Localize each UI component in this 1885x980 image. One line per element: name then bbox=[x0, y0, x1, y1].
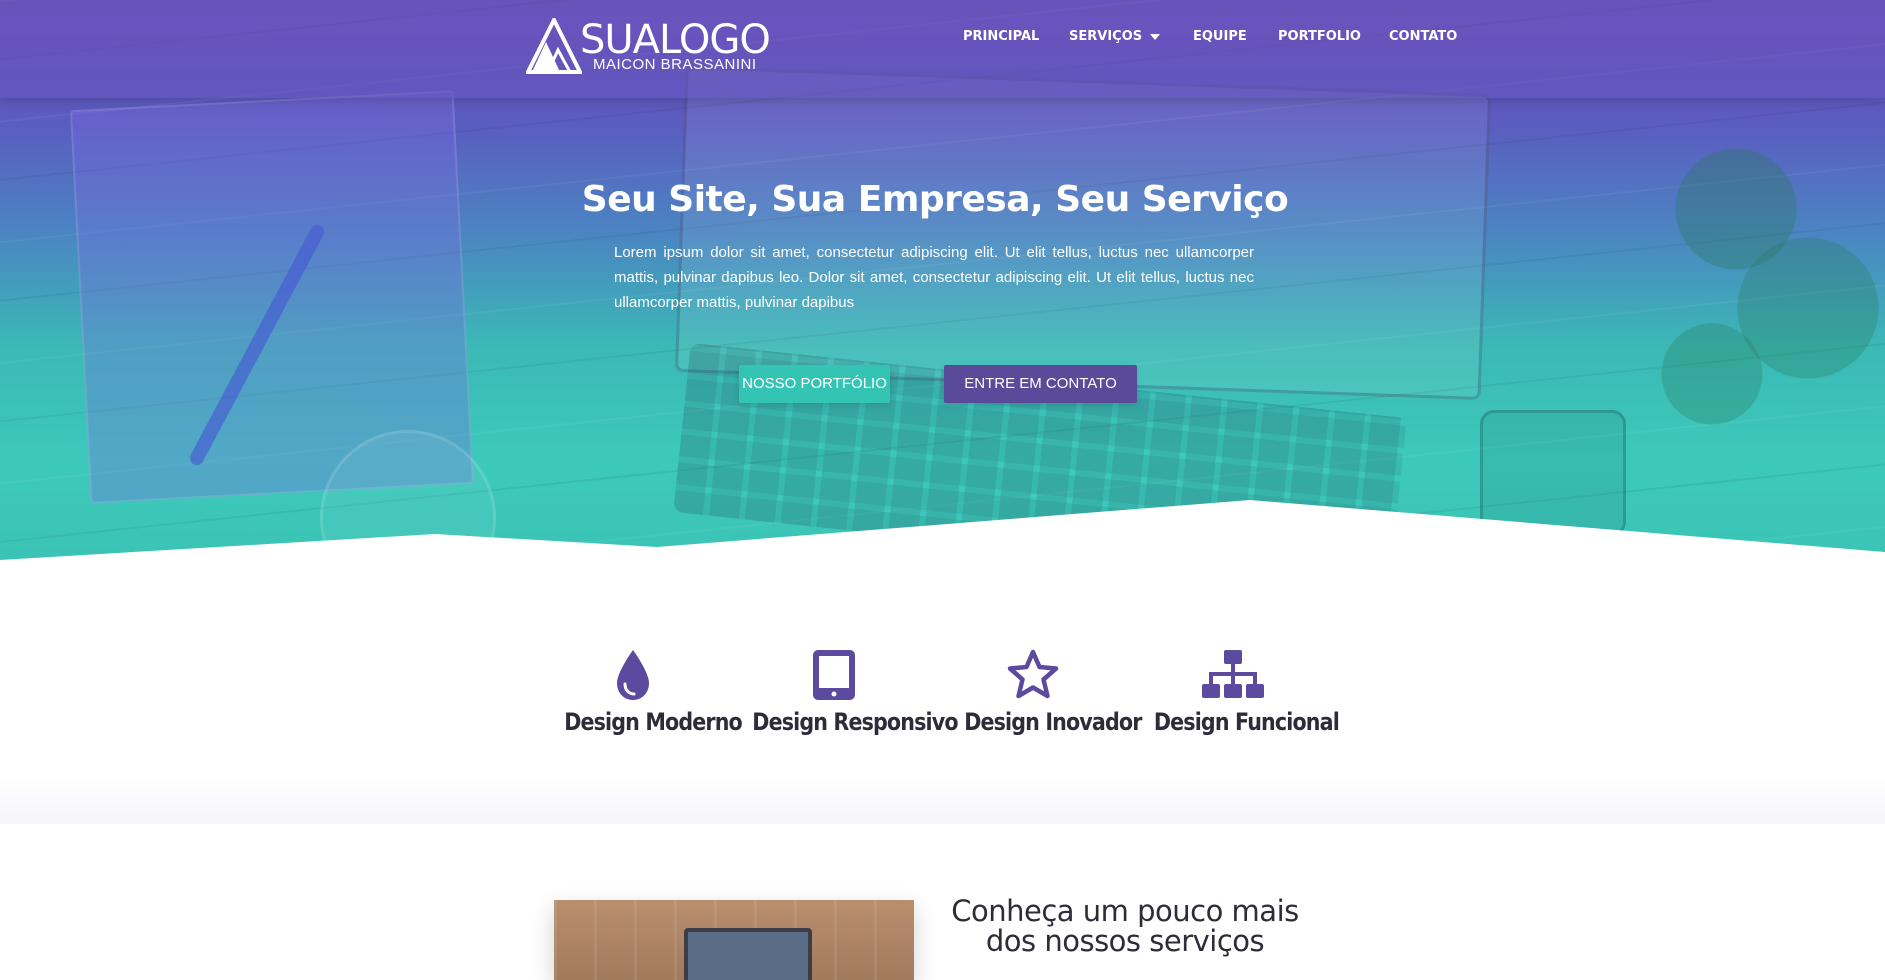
feature-label: Design Inovador bbox=[964, 708, 1142, 736]
tablet-icon bbox=[813, 650, 855, 700]
nav-item-portfolio[interactable]: PORTFOLIO bbox=[1278, 28, 1361, 46]
feature-design-funcional: Design Funcional bbox=[1141, 648, 1340, 736]
plant-photo-element bbox=[1640, 110, 1880, 440]
sitemap-icon bbox=[1202, 650, 1264, 698]
nav-item-contato[interactable]: CONTATO bbox=[1389, 28, 1457, 46]
laptop-screen-photo-element bbox=[674, 66, 1492, 400]
feature-design-inovador: Design Inovador bbox=[953, 648, 1142, 736]
logo-mountain-icon bbox=[526, 18, 582, 74]
nav-item-principal[interactable]: PRINCIPAL bbox=[963, 28, 1039, 46]
feature-design-responsivo: Design Responsivo bbox=[739, 648, 959, 736]
caret-down-icon bbox=[1150, 33, 1161, 40]
star-icon bbox=[1007, 649, 1059, 699]
nav-item-label: PRINCIPAL bbox=[963, 29, 1040, 44]
hero-title: Seu Site, Sua Empresa, Seu Serviço bbox=[581, 179, 1289, 220]
nav-item-label: SERVIÇOS bbox=[1069, 29, 1143, 44]
hero-text: Lorem ipsum dolor sit amet, consectetur … bbox=[614, 244, 1254, 311]
nav-item-label: EQUIPE bbox=[1193, 29, 1247, 44]
feature-label: Design Responsivo bbox=[752, 708, 958, 736]
features-section: Design Moderno Design Responsivo Design … bbox=[0, 560, 1885, 824]
about-section: Conheça um pouco mais dos nossos serviço… bbox=[0, 824, 1885, 980]
about-image bbox=[554, 900, 914, 980]
nav-item-label: PORTFOLIO bbox=[1278, 29, 1361, 44]
nav-item-equipe[interactable]: EQUIPE bbox=[1193, 28, 1247, 46]
about-image-laptop bbox=[684, 928, 812, 980]
feature-label: Design Funcional bbox=[1153, 708, 1340, 736]
feature-label: Design Moderno bbox=[564, 708, 743, 736]
about-title-line-1: Conheça um pouco mais bbox=[951, 894, 1299, 928]
feature-design-moderno: Design Moderno bbox=[553, 648, 743, 736]
site-header: SUALOGO MAICON BRASSANINI PRINCIPAL SERV… bbox=[0, 0, 1885, 98]
nav-item-label: CONTATO bbox=[1389, 29, 1458, 44]
nav-item-servicos[interactable]: SERVIÇOS bbox=[1069, 28, 1161, 46]
hero-bottom-divider-shape bbox=[0, 500, 1885, 560]
logo-subtitle: MAICON BRASSANINI bbox=[593, 56, 757, 73]
contact-button[interactable]: ENTRE EM CONTATO bbox=[944, 365, 1137, 403]
about-title-line-2: dos nossos serviços bbox=[985, 924, 1265, 958]
drop-icon bbox=[617, 650, 649, 700]
portfolio-button[interactable]: NOSSO PORTFÓLIO bbox=[739, 365, 890, 403]
site-logo[interactable]: SUALOGO MAICON BRASSANINI bbox=[526, 17, 786, 78]
about-title: Conheça um pouco mais dos nossos serviço… bbox=[925, 896, 1325, 956]
